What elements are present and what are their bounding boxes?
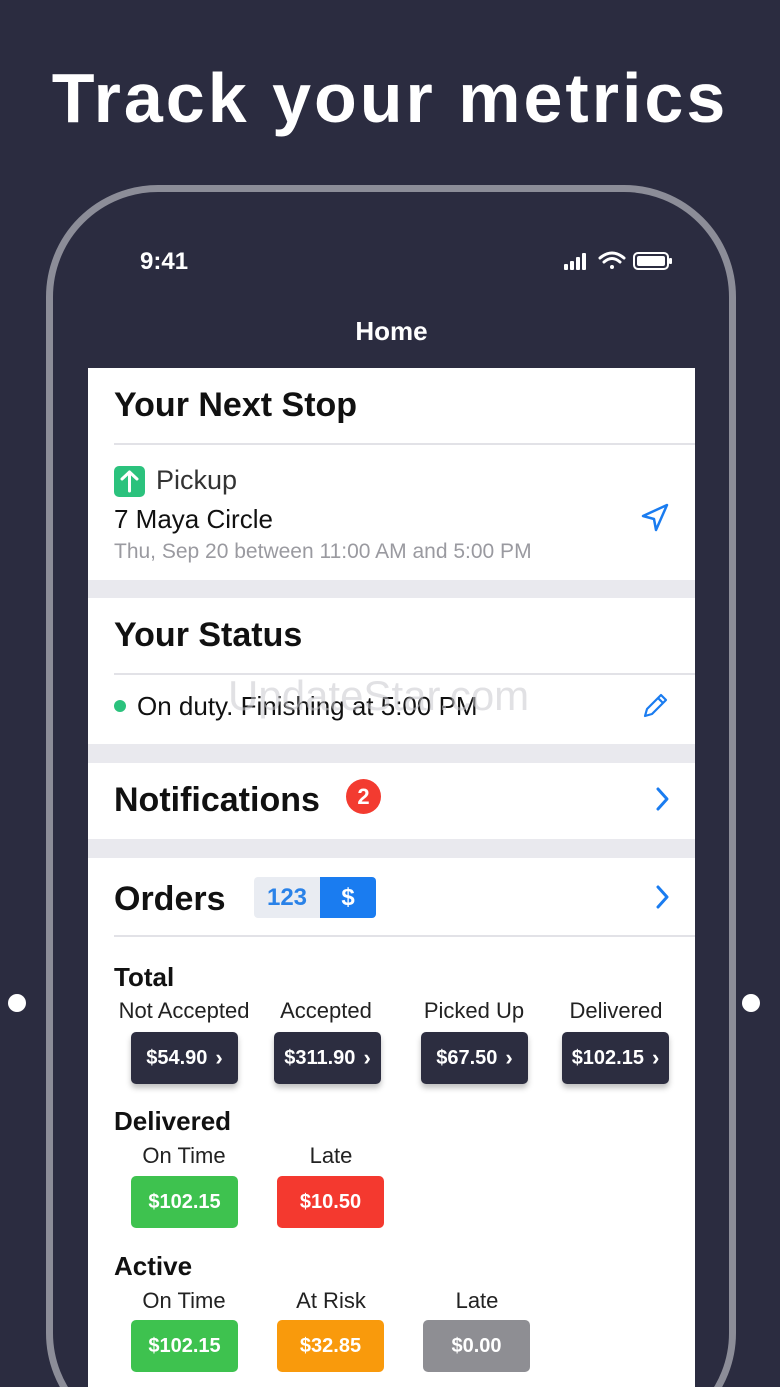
active-section-title: Active <box>114 1251 193 1281</box>
cellular-signal-icon <box>564 253 586 270</box>
divider <box>114 935 695 937</box>
home-screen: Your Next Stop Pickup 7 Maya Circle Thu,… <box>88 368 695 1387</box>
status-title: Your Status <box>114 616 303 654</box>
active-at-risk-value[interactable]: $32.85 <box>277 1320 384 1372</box>
on-duty-indicator <box>114 700 126 712</box>
stop-type: Pickup <box>156 465 238 495</box>
chevron-right-icon: › <box>651 1045 660 1070</box>
total-accepted-button[interactable]: $311.90 › <box>274 1032 381 1084</box>
pencil-icon[interactable] <box>639 690 671 722</box>
total-accepted-label: Accepted <box>280 998 372 1023</box>
watermark: UpdateStar.com <box>228 672 530 719</box>
next-stop-title: Your Next Stop <box>114 386 358 424</box>
active-late-label: Late <box>455 1288 499 1313</box>
nav-title: Home <box>355 316 428 346</box>
total-section-title: Total <box>114 962 175 992</box>
delivered-on-time-label: On Time <box>142 1143 226 1168</box>
next-stop-card[interactable]: Your Next Stop Pickup 7 Maya Circle Thu,… <box>88 368 695 580</box>
battery-icon <box>633 252 672 270</box>
active-at-risk-label: At Risk <box>296 1288 366 1313</box>
stop-time-window: Thu, Sep 20 between 11:00 AM and 5:00 PM <box>114 540 532 563</box>
delivered-section-title: Delivered <box>114 1106 232 1136</box>
notifications-count-badge: 2 <box>346 779 381 814</box>
total-picked-up-label: Picked Up <box>423 998 525 1023</box>
delivered-late-label: Late <box>309 1143 353 1168</box>
money-toggle-option[interactable]: $ <box>320 877 376 918</box>
total-delivered-button[interactable]: $102.15 › <box>562 1032 669 1084</box>
delivered-on-time-value[interactable]: $102.15 <box>131 1176 238 1228</box>
total-accepted-value: $311.90 <box>284 1046 356 1069</box>
side-dot-right <box>742 994 760 1012</box>
chevron-right-icon: › <box>215 1045 223 1070</box>
stop-address: 7 Maya Circle <box>114 504 273 534</box>
chevron-right-icon: › <box>363 1045 371 1070</box>
chevron-right-icon <box>656 787 669 811</box>
total-delivered-label: Delivered <box>569 998 663 1023</box>
navigate-icon[interactable] <box>639 502 671 534</box>
pickup-arrow-up-icon <box>114 466 145 497</box>
active-late-value[interactable]: $0.00 <box>423 1320 530 1372</box>
headline: Track your metrics <box>51 59 729 137</box>
total-not-accepted-button[interactable]: $54.90 › <box>131 1032 238 1084</box>
wifi-icon <box>598 251 626 269</box>
delivered-late-value[interactable]: $10.50 <box>277 1176 384 1228</box>
active-on-time-value[interactable]: $102.15 <box>131 1320 238 1372</box>
orders-card: Orders 123 $ Total Not Accepted Accepted… <box>88 858 695 1387</box>
active-on-time-label: On Time <box>142 1288 226 1313</box>
notifications-row[interactable]: Notifications 2 <box>88 763 695 839</box>
chevron-right-icon: › <box>505 1045 513 1070</box>
total-delivered-value: $102.15 <box>571 1046 644 1069</box>
orders-title: Orders <box>114 880 226 918</box>
count-toggle-option[interactable]: 123 <box>254 877 320 918</box>
chevron-right-icon[interactable] <box>652 883 672 911</box>
notifications-title: Notifications <box>114 781 320 819</box>
total-picked-up-button[interactable]: $67.50 › <box>421 1032 528 1084</box>
status-time: 9:41 <box>140 248 189 275</box>
divider <box>114 443 695 445</box>
side-dot-left <box>8 994 26 1012</box>
total-not-accepted-label: Not Accepted <box>118 998 250 1023</box>
orders-unit-toggle[interactable]: 123 $ <box>254 877 376 918</box>
status-card[interactable]: Your Status On duty. Finishing at 5:00 P… <box>88 598 695 744</box>
total-not-accepted-value: $54.90 <box>146 1046 208 1069</box>
total-picked-up-value: $67.50 <box>436 1046 498 1069</box>
status-icons <box>564 251 672 270</box>
